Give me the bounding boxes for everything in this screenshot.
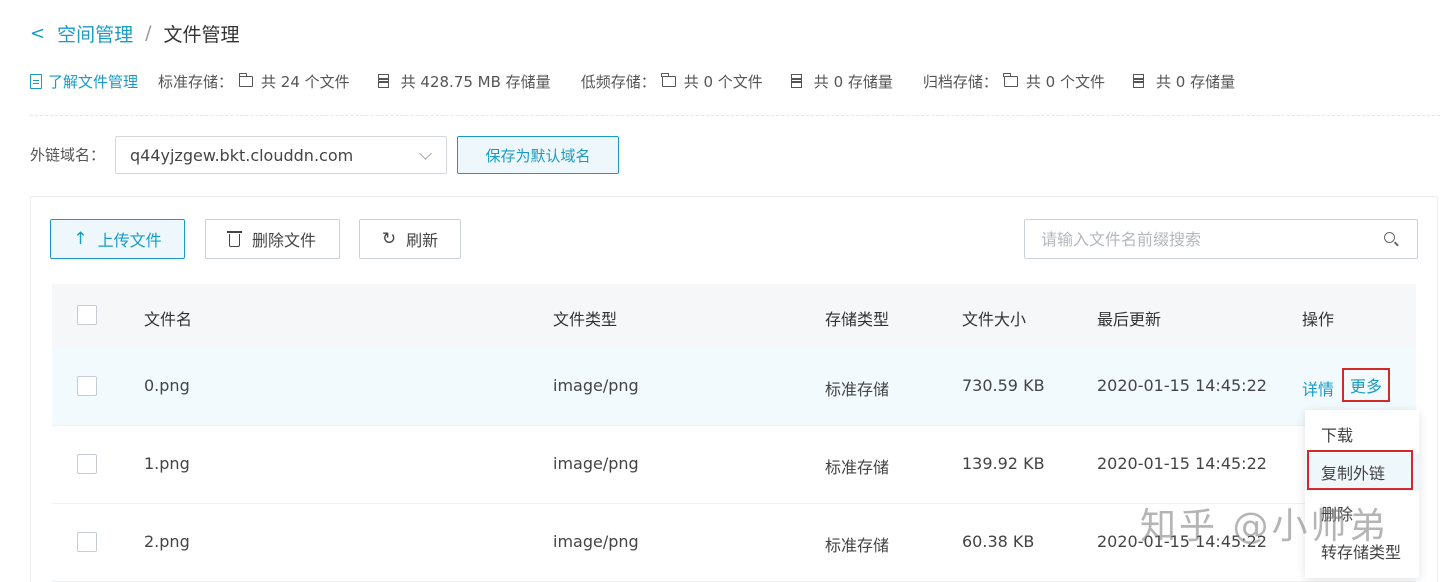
- archive-files: 共 0 个文件: [1025, 72, 1105, 91]
- upload-label: 上传文件: [97, 231, 162, 250]
- refresh-button[interactable]: ↻ 刷新: [359, 219, 461, 259]
- search-box: [1024, 219, 1418, 259]
- row-checkbox[interactable]: [77, 376, 97, 396]
- select-all-checkbox[interactable]: [77, 305, 97, 325]
- header-ops: 操作: [1302, 310, 1335, 329]
- folder-icon: [1003, 72, 1018, 87]
- header-storage: 存储类型: [825, 310, 890, 329]
- chevron-left-icon[interactable]: <: [30, 23, 45, 44]
- chevron-down-icon: [419, 147, 432, 160]
- cell-storage: 标准存储: [825, 458, 890, 477]
- search-icon[interactable]: [1384, 232, 1395, 243]
- cell-storage: 标准存储: [825, 380, 890, 399]
- cell-size: 139.92 KB: [962, 454, 1045, 473]
- domain-label: 外链域名：: [30, 146, 106, 164]
- document-icon: [30, 73, 42, 89]
- infrequent-size: 共 0 存储量: [813, 72, 893, 91]
- breadcrumb-current: 文件管理: [163, 23, 240, 46]
- row-checkbox[interactable]: [77, 532, 97, 552]
- folder-icon: [238, 72, 254, 87]
- cell-size: 730.59 KB: [962, 376, 1045, 395]
- storage-icon: [790, 74, 802, 88]
- more-link[interactable]: 更多: [1342, 368, 1390, 402]
- domain-select-value: q44yjzgew.bkt.clouddn.com: [130, 145, 354, 165]
- menu-item-download[interactable]: 下载: [1305, 415, 1419, 453]
- delete-file-button[interactable]: 删除文件: [205, 219, 340, 259]
- standard-files: 共 24 个文件: [261, 72, 350, 91]
- delete-label: 删除文件: [251, 231, 316, 250]
- cell-updated: 2020-01-15 14:45:22: [1097, 376, 1267, 395]
- trash-icon: [226, 231, 242, 247]
- cell-type: image/png: [553, 532, 639, 551]
- refresh-label: 刷新: [406, 231, 439, 250]
- infrequent-label: 低频存储：: [580, 72, 656, 91]
- table-row[interactable]: 1.png image/png 标准存储 139.92 KB 2020-01-1…: [52, 426, 1416, 504]
- cell-storage: 标准存储: [825, 536, 890, 555]
- archive-stats: 归档存储： 共 0 个文件 共 0 存储量: [923, 71, 1235, 92]
- cell-type: image/png: [553, 454, 639, 473]
- archive-size: 共 0 存储量: [1156, 72, 1236, 91]
- storage-icon: [1133, 74, 1144, 88]
- upload-file-button[interactable]: ↑ 上传文件: [50, 219, 185, 259]
- infrequent-files: 共 0 个文件: [683, 72, 763, 91]
- cell-updated: 2020-01-15 14:45:22: [1097, 454, 1267, 473]
- storage-stats: 了解文件管理 标准存储： 共 24 个文件 共 428.75 MB 存储量 低频…: [30, 68, 1235, 94]
- infrequent-stats: 低频存储： 共 0 个文件 共 0 存储量: [581, 71, 923, 92]
- table-header: 文件名 文件类型 存储类型 文件大小 最后更新 操作: [52, 284, 1416, 348]
- learn-file-management-link[interactable]: 了解文件管理: [30, 71, 138, 92]
- breadcrumb: < 空间管理 / 文件管理: [30, 18, 240, 48]
- header-name: 文件名: [144, 310, 193, 329]
- file-management-page: < 空间管理 / 文件管理 了解文件管理 标准存储： 共 24 个文件 共 42…: [0, 0, 1440, 582]
- header-size: 文件大小: [962, 310, 1027, 329]
- search-input[interactable]: [1025, 220, 1355, 258]
- more-dropdown-menu: 下载 复制外链 删除 转存储类型: [1305, 410, 1419, 578]
- standard-label: 标准存储：: [158, 72, 234, 91]
- row-checkbox[interactable]: [77, 454, 97, 474]
- domain-select[interactable]: q44yjzgew.bkt.clouddn.com: [115, 136, 447, 174]
- learn-link-label: 了解文件管理: [48, 72, 139, 91]
- breadcrumb-separator: /: [145, 22, 152, 44]
- watermark: 知乎 @小师弟: [1140, 506, 1389, 547]
- header-updated: 最后更新: [1097, 310, 1162, 329]
- divider: [30, 115, 1440, 116]
- cell-name: 2.png: [144, 532, 190, 551]
- refresh-icon: ↻: [381, 229, 397, 249]
- save-default-domain-button[interactable]: 保存为默认域名: [457, 136, 619, 174]
- table-row[interactable]: 0.png image/png 标准存储 730.59 KB 2020-01-1…: [52, 348, 1416, 426]
- archive-label: 归档存储：: [922, 72, 998, 91]
- standard-stats: 标准存储： 共 24 个文件 共 428.75 MB 存储量: [158, 71, 581, 92]
- storage-icon: [377, 74, 389, 88]
- arrow-up-icon: ↑: [73, 229, 88, 249]
- cell-name: 1.png: [144, 454, 190, 473]
- breadcrumb-space-management[interactable]: 空间管理: [57, 20, 133, 47]
- folder-icon: [661, 72, 676, 87]
- copy-link-highlight: [1307, 450, 1413, 490]
- cell-name: 0.png: [144, 376, 190, 395]
- detail-link[interactable]: 详情: [1302, 376, 1334, 400]
- cell-type: image/png: [553, 376, 639, 395]
- cell-size: 60.38 KB: [962, 532, 1035, 551]
- standard-size: 共 428.75 MB 存储量: [400, 72, 551, 91]
- header-type: 文件类型: [553, 310, 618, 329]
